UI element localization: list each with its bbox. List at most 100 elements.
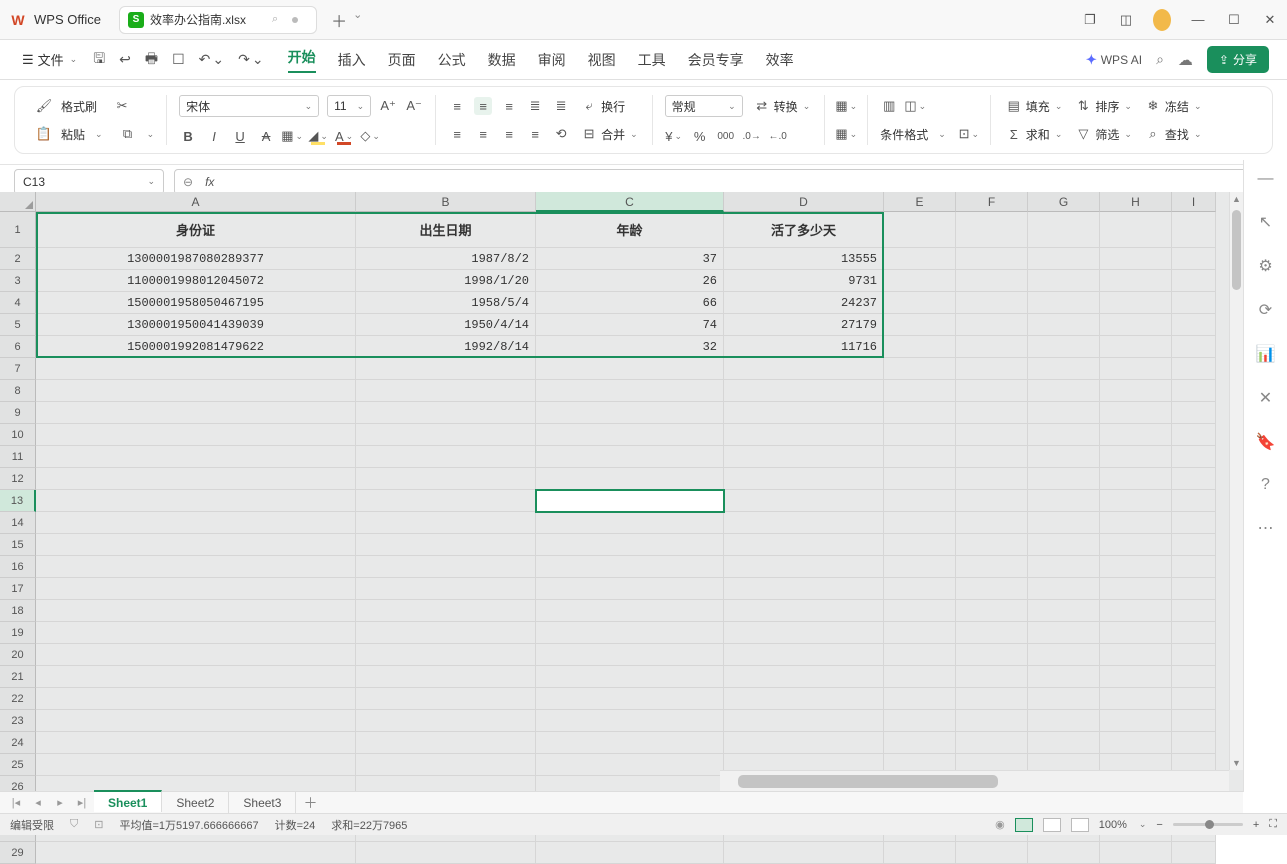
ribbon-tab-1[interactable]: 插入 — [338, 50, 366, 70]
cell-F19[interactable] — [956, 622, 1028, 644]
cell-I7[interactable] — [1172, 358, 1216, 380]
sheet-nav-first[interactable]: |◂ — [6, 796, 26, 809]
col-header-F[interactable]: F — [956, 192, 1028, 212]
cell-B9[interactable] — [356, 402, 536, 424]
cell-I22[interactable] — [1172, 688, 1216, 710]
scroll-up-icon[interactable]: ▲ — [1230, 192, 1243, 206]
cell-B5[interactable]: 1950/4/14 — [356, 314, 536, 336]
cell-C10[interactable] — [536, 424, 724, 446]
cell-D1[interactable]: 活了多少天 — [724, 212, 884, 248]
orientation-icon[interactable]: ⟲ — [552, 125, 570, 143]
cell-I2[interactable] — [1172, 248, 1216, 270]
cell-F3[interactable] — [956, 270, 1028, 292]
cell-D7[interactable] — [724, 358, 884, 380]
file-menu[interactable]: ☰ 文件 ⌄ — [18, 46, 81, 73]
cell-A13[interactable] — [36, 490, 356, 512]
cell-I5[interactable] — [1172, 314, 1216, 336]
cell-C14[interactable] — [536, 512, 724, 534]
properties-icon[interactable]: ⚙ — [1258, 256, 1272, 276]
cell-F9[interactable] — [956, 402, 1028, 424]
cell-B22[interactable] — [356, 688, 536, 710]
cell-C16[interactable] — [536, 556, 724, 578]
cell-I15[interactable] — [1172, 534, 1216, 556]
eye-icon[interactable]: ◉ — [995, 818, 1005, 831]
cell-C19[interactable] — [536, 622, 724, 644]
cell-G29[interactable] — [1028, 842, 1100, 864]
close-button[interactable]: ✕ — [1261, 12, 1279, 28]
align-bottom-icon[interactable]: ≡ — [500, 97, 518, 115]
cell-E1[interactable] — [884, 212, 956, 248]
cell-C25[interactable] — [536, 754, 724, 776]
ribbon-tab-7[interactable]: 工具 — [638, 50, 666, 70]
status-icon-2[interactable]: ⊡ — [94, 818, 103, 831]
cell-G20[interactable] — [1028, 644, 1100, 666]
cell-F12[interactable] — [956, 468, 1028, 490]
zoom-in-button[interactable]: + — [1253, 819, 1259, 831]
cell-B18[interactable] — [356, 600, 536, 622]
cell-D18[interactable] — [724, 600, 884, 622]
sheet-tab-Sheet3[interactable]: Sheet3 — [229, 792, 296, 814]
cell-C22[interactable] — [536, 688, 724, 710]
cell-E8[interactable] — [884, 380, 956, 402]
italic-button[interactable]: I — [205, 127, 223, 145]
cell-H12[interactable] — [1100, 468, 1172, 490]
insert-cells-icon[interactable]: ▦⌄ — [837, 97, 855, 115]
row-header-5[interactable]: 5 — [0, 314, 36, 336]
row-header-2[interactable]: 2 — [0, 248, 36, 270]
cell-H20[interactable] — [1100, 644, 1172, 666]
cell-G1[interactable] — [1028, 212, 1100, 248]
cell-C2[interactable]: 37 — [536, 248, 724, 270]
cell-C11[interactable] — [536, 446, 724, 468]
cell-D15[interactable] — [724, 534, 884, 556]
cell-D22[interactable] — [724, 688, 884, 710]
align-top-icon[interactable]: ≡ — [448, 97, 466, 115]
cell-I20[interactable] — [1172, 644, 1216, 666]
font-color-button[interactable]: A⌄ — [335, 127, 353, 145]
cell-B24[interactable] — [356, 732, 536, 754]
preview-button[interactable]: ☐ — [172, 51, 185, 68]
cell-G19[interactable] — [1028, 622, 1100, 644]
cell-I12[interactable] — [1172, 468, 1216, 490]
cell-E23[interactable] — [884, 710, 956, 732]
cell-B10[interactable] — [356, 424, 536, 446]
select-tool-icon[interactable]: ↖ — [1259, 212, 1272, 232]
cell-B25[interactable] — [356, 754, 536, 776]
cell-B11[interactable] — [356, 446, 536, 468]
cell-E2[interactable] — [884, 248, 956, 270]
col-header-I[interactable]: I — [1172, 192, 1216, 212]
cell-B14[interactable] — [356, 512, 536, 534]
cell-I14[interactable] — [1172, 512, 1216, 534]
cell-A14[interactable] — [36, 512, 356, 534]
view-break-button[interactable] — [1071, 818, 1089, 832]
cell-F15[interactable] — [956, 534, 1028, 556]
cell-G4[interactable] — [1028, 292, 1100, 314]
cut-icon[interactable]: ✂ — [113, 97, 131, 115]
cell-H3[interactable] — [1100, 270, 1172, 292]
save-button[interactable]: 🖫 — [93, 48, 105, 72]
strikethrough-button[interactable]: A — [257, 127, 275, 145]
sheet-nav-prev[interactable]: ◂ — [28, 796, 48, 809]
col-header-H[interactable]: H — [1100, 192, 1172, 212]
cell-D19[interactable] — [724, 622, 884, 644]
cell-B8[interactable] — [356, 380, 536, 402]
cell-D4[interactable]: 24237 — [724, 292, 884, 314]
sheet-tab-Sheet2[interactable]: Sheet2 — [162, 792, 229, 814]
cell-E15[interactable] — [884, 534, 956, 556]
cell-A12[interactable] — [36, 468, 356, 490]
row-header-16[interactable]: 16 — [0, 556, 36, 578]
cell-E19[interactable] — [884, 622, 956, 644]
ribbon-tab-8[interactable]: 会员专享 — [688, 50, 744, 70]
cell-D8[interactable] — [724, 380, 884, 402]
cell-C20[interactable] — [536, 644, 724, 666]
cell-E7[interactable] — [884, 358, 956, 380]
minimize-button[interactable]: — — [1189, 12, 1207, 27]
ribbon-tab-5[interactable]: 审阅 — [538, 50, 566, 70]
align-center-icon[interactable]: ≡ — [474, 125, 492, 143]
cell-C6[interactable]: 32 — [536, 336, 724, 358]
cell-G3[interactable] — [1028, 270, 1100, 292]
cell-C13[interactable] — [536, 490, 724, 512]
cell-A5[interactable]: 1300001950041439039 — [36, 314, 356, 336]
paste-button[interactable]: 粘贴 — [61, 126, 85, 143]
cell-F22[interactable] — [956, 688, 1028, 710]
row-header-11[interactable]: 11 — [0, 446, 36, 468]
